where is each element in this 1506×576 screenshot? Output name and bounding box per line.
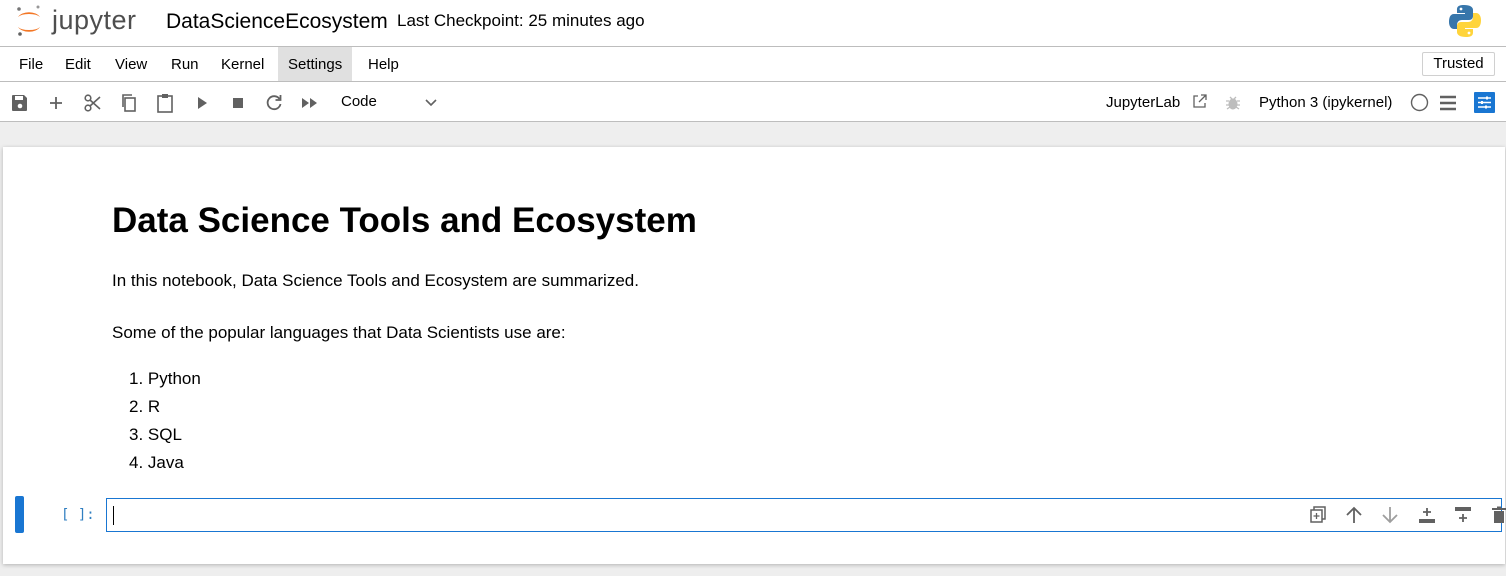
languages-intro: Some of the popular languages that Data … <box>112 323 566 342</box>
menu-help[interactable]: Help <box>358 47 409 81</box>
jupyter-logo-text: jupyter <box>52 5 137 35</box>
top-header: jupyter DataScienceEcosystem Last Checkp… <box>0 0 1506 46</box>
stop-icon[interactable] <box>226 91 250 115</box>
run-all-icon[interactable] <box>298 91 322 115</box>
duplicate-icon[interactable] <box>1307 504 1329 526</box>
menu-run[interactable]: Run <box>161 47 209 81</box>
restart-icon[interactable] <box>262 91 286 115</box>
jupyterlab-link[interactable]: JupyterLab <box>1106 94 1180 111</box>
debugger-bug-icon[interactable] <box>1224 94 1242 112</box>
paste-icon[interactable] <box>153 91 177 115</box>
code-cell-editor[interactable] <box>106 498 1506 532</box>
text-cursor <box>113 506 114 525</box>
notebook-panel: Data Science Tools and Ecosystem In this… <box>3 147 1506 564</box>
trusted-badge[interactable]: Trusted <box>1422 52 1495 76</box>
kernel-status-idle-icon <box>1410 93 1429 112</box>
jupyter-logo[interactable]: jupyter <box>14 3 154 39</box>
kernel-name[interactable]: Python 3 (ipykernel) <box>1259 94 1392 111</box>
move-down-icon[interactable] <box>1379 504 1401 526</box>
notebook-heading: Data Science Tools and Ecosystem <box>112 201 697 240</box>
delete-icon[interactable] <box>1488 504 1506 526</box>
notebook-toolbar: Code JupyterLab Python 3 (ipykernel) <box>0 82 1506 122</box>
property-inspector-icon[interactable] <box>1474 92 1495 113</box>
insert-above-icon[interactable] <box>1416 504 1438 526</box>
menu-edit[interactable]: Edit <box>55 47 101 81</box>
input-prompt: [ ]: <box>61 507 95 523</box>
intro-paragraph: In this notebook, Data Science Tools and… <box>112 271 639 290</box>
insert-below-icon[interactable] <box>1452 504 1474 526</box>
cell-type-select[interactable]: Code <box>332 89 444 115</box>
external-link-icon[interactable] <box>1191 93 1208 110</box>
languages-list: 1. Python 2. R 3. SQL 4. Java <box>129 365 201 477</box>
jupyter-logo-icon <box>17 5 40 36</box>
menu-settings[interactable]: Settings <box>278 47 353 81</box>
cell-toolbar <box>1307 504 1506 528</box>
menu-view[interactable]: View <box>105 47 157 81</box>
copy-icon[interactable] <box>117 91 141 115</box>
menu-bar: File Edit View Run Kernel Settings Help … <box>0 46 1506 82</box>
save-icon[interactable] <box>8 91 32 115</box>
notebook-title[interactable]: DataScienceEcosystem <box>166 10 388 34</box>
run-icon[interactable] <box>190 91 214 115</box>
list-item: 2. R <box>129 397 161 416</box>
add-cell-icon[interactable] <box>44 91 68 115</box>
list-item: 4. Java <box>129 453 184 472</box>
move-up-icon[interactable] <box>1343 504 1365 526</box>
menu-kernel[interactable]: Kernel <box>211 47 274 81</box>
list-item: 3. SQL <box>129 425 182 444</box>
list-item: 1. Python <box>129 369 201 388</box>
active-cell-indicator[interactable] <box>15 496 24 533</box>
cut-icon[interactable] <box>81 91 105 115</box>
last-checkpoint: Last Checkpoint: 25 minutes ago <box>397 11 645 30</box>
python-logo-icon <box>1448 3 1482 39</box>
cell-type-value: Code <box>341 93 377 110</box>
chevron-down-icon <box>425 99 437 107</box>
menu-file[interactable]: File <box>9 47 53 81</box>
list-menu-icon[interactable] <box>1438 93 1458 113</box>
